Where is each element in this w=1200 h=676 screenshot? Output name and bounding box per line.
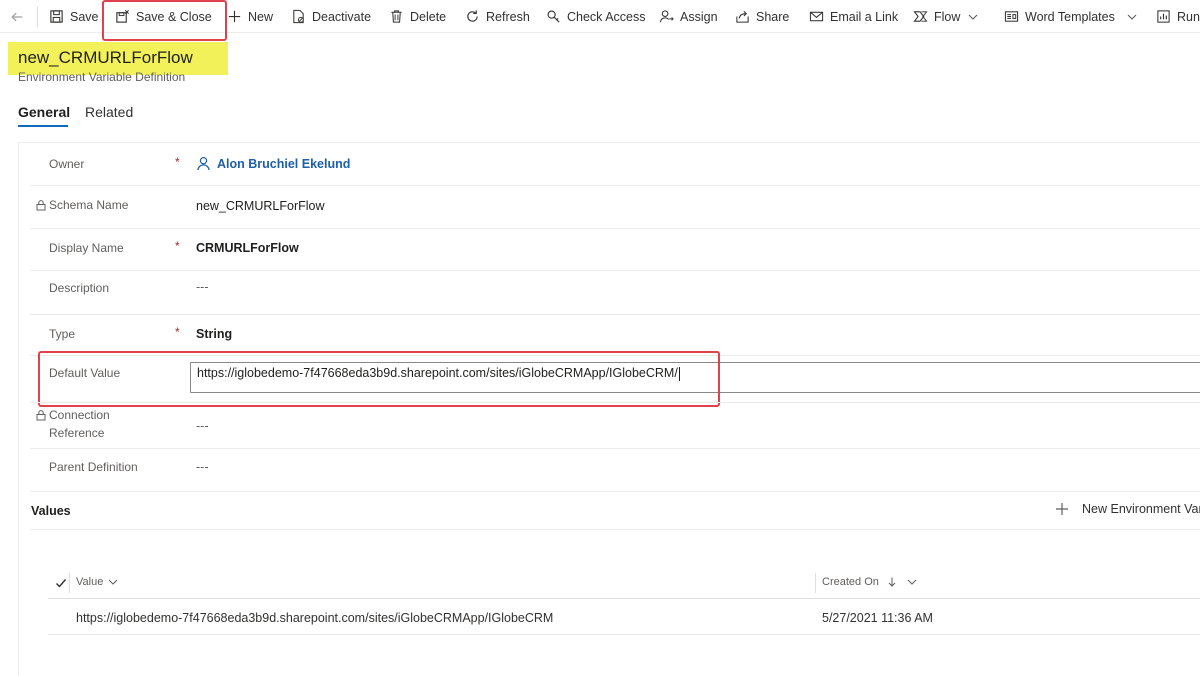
save-button[interactable]: Save bbox=[48, 0, 99, 33]
type-value[interactable]: String bbox=[196, 327, 232, 341]
person-assign-icon bbox=[658, 9, 674, 25]
form-card bbox=[18, 142, 1200, 676]
lock-icon bbox=[35, 198, 47, 211]
parent-definition-value[interactable]: --- bbox=[196, 460, 209, 474]
flow-icon bbox=[912, 9, 928, 25]
column-divider bbox=[69, 573, 70, 593]
required-indicator: * bbox=[175, 239, 180, 253]
created-on-cell: 5/27/2021 11:36 AM bbox=[822, 611, 933, 625]
tab-related[interactable]: Related bbox=[85, 104, 133, 120]
value-cell[interactable]: https://iglobedemo-7f47668eda3b9d.sharep… bbox=[76, 611, 553, 625]
run-report-button[interactable]: Run bbox=[1155, 0, 1200, 33]
chevron-down-icon bbox=[968, 12, 978, 22]
row-divider bbox=[48, 634, 1200, 635]
schema-name-label: Schema Name bbox=[49, 198, 129, 212]
tab-general[interactable]: General bbox=[18, 104, 70, 120]
chevron-down-icon bbox=[108, 577, 118, 587]
report-icon bbox=[1155, 9, 1171, 25]
row-divider bbox=[30, 270, 1200, 271]
save-icon bbox=[48, 9, 64, 25]
highlight-save-close bbox=[102, 0, 227, 41]
connection-reference-label: Connection Reference bbox=[49, 408, 110, 440]
email-icon bbox=[808, 9, 824, 25]
required-indicator: * bbox=[175, 325, 180, 339]
entity-name: Environment Variable Definition bbox=[18, 70, 186, 84]
back-arrow-icon[interactable] bbox=[8, 8, 26, 26]
select-all-check-icon[interactable] bbox=[55, 576, 67, 588]
values-section-title: Values bbox=[31, 504, 71, 518]
schema-name-value: new_CRMURLForFlow bbox=[196, 199, 325, 213]
owner-label: Owner bbox=[49, 157, 85, 171]
share-button[interactable]: Share bbox=[734, 0, 789, 33]
email-a-link-button[interactable]: Email a Link bbox=[808, 0, 898, 33]
word-template-icon bbox=[1003, 9, 1019, 25]
delete-button[interactable]: Delete bbox=[388, 0, 446, 33]
tab-active-indicator bbox=[18, 125, 68, 127]
check-access-button[interactable]: Check Access bbox=[545, 0, 646, 33]
refresh-icon bbox=[464, 9, 480, 25]
display-name-value[interactable]: CRMURLForFlow bbox=[196, 241, 299, 255]
row-divider bbox=[30, 402, 1200, 403]
new-button[interactable]: New bbox=[226, 0, 273, 33]
word-templates-button[interactable]: Word Templates bbox=[1003, 0, 1137, 33]
owner-lookup-link[interactable]: Alon Bruchiel Ekelund bbox=[196, 156, 350, 171]
display-name-label: Display Name bbox=[49, 241, 124, 255]
new-environment-value-button[interactable]: New Environment Vari bbox=[1055, 502, 1200, 516]
grid-header-divider bbox=[48, 598, 1200, 599]
description-value[interactable]: --- bbox=[196, 280, 209, 294]
person-icon bbox=[196, 156, 211, 171]
share-icon bbox=[734, 9, 750, 25]
lock-icon bbox=[35, 408, 47, 421]
row-divider bbox=[30, 448, 1200, 449]
chevron-down-icon bbox=[1127, 12, 1137, 22]
row-divider bbox=[30, 314, 1200, 315]
type-label: Type bbox=[49, 327, 76, 341]
column-divider bbox=[815, 573, 816, 593]
sort-descending-arrow-icon bbox=[887, 577, 897, 587]
refresh-button[interactable]: Refresh bbox=[464, 0, 530, 33]
row-divider bbox=[30, 491, 1200, 492]
description-label: Description bbox=[49, 281, 110, 295]
key-search-icon bbox=[545, 9, 561, 25]
parent-definition-label: Parent Definition bbox=[49, 460, 138, 474]
assign-button[interactable]: Assign bbox=[658, 0, 718, 33]
required-indicator: * bbox=[175, 155, 180, 169]
document-deactivate-icon bbox=[290, 9, 306, 25]
row-divider bbox=[30, 228, 1200, 229]
section-divider bbox=[30, 529, 1200, 530]
row-divider bbox=[30, 185, 1200, 186]
plus-icon bbox=[1055, 502, 1069, 516]
column-header-value[interactable]: Value bbox=[76, 576, 118, 588]
plus-icon bbox=[226, 9, 242, 25]
deactivate-button[interactable]: Deactivate bbox=[290, 0, 371, 33]
chevron-down-icon bbox=[907, 577, 917, 587]
record-title: new_CRMURLForFlow bbox=[18, 48, 193, 67]
divider bbox=[37, 6, 38, 27]
flow-button[interactable]: Flow bbox=[912, 0, 978, 33]
highlight-default-value bbox=[38, 351, 720, 407]
column-header-created-on[interactable]: Created On bbox=[822, 576, 917, 588]
trash-icon bbox=[388, 9, 404, 25]
connection-reference-value: --- bbox=[196, 419, 209, 433]
